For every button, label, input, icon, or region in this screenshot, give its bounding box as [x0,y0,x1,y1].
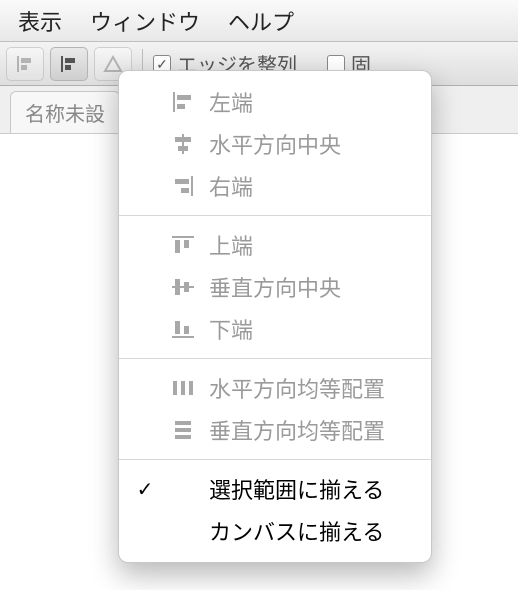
align-top-icon [169,235,197,255]
menu-item-label: 垂直方向中央 [209,271,341,303]
menu-window[interactable]: ウィンドウ [90,5,200,37]
distribute-v-icon [169,420,197,440]
menu-item-label: 下端 [209,313,253,345]
menu-item-label: 上端 [209,229,253,261]
menu-item-label: 水平方向中央 [209,128,341,160]
menu-separator [119,459,431,460]
align-left-icon [169,92,197,112]
menu-item-label: カンバスに揃える [209,515,384,547]
align-hcenter-icon [169,134,197,154]
menu-item-align-top[interactable]: ✓ 上端 [119,224,431,266]
align-menu: ✓ 左端 ✓ 水平方向中央 ✓ 右端 ✓ 上端 ✓ 垂直方向中央 ✓ [118,70,432,563]
align-right-icon [169,176,197,196]
menu-item-align-bottom[interactable]: ✓ 下端 [119,308,431,350]
menu-item-distribute-h[interactable]: ✓ 水平方向均等配置 [119,367,431,409]
menu-separator [119,215,431,216]
align-dropdown-icon [60,55,78,73]
menu-help[interactable]: ヘルプ [228,5,294,37]
checkmark-icon: ✓ [133,477,157,502]
document-tab[interactable]: 名称未設 [10,91,120,133]
menu-item-label: 垂直方向均等配置 [209,414,385,446]
menu-item-label: 左端 [209,86,253,118]
menu-item-label: 選択範囲に揃える [209,473,384,505]
menu-item-align-hcenter[interactable]: ✓ 水平方向中央 [119,123,431,165]
align-bottom-icon [169,319,197,339]
tab-title: 名称未設 [25,104,105,126]
distribute-h-icon [169,378,197,398]
align-icon [16,55,34,73]
menu-item-label: 水平方向均等配置 [209,372,385,404]
align-vcenter-icon [169,277,197,297]
menu-separator [119,358,431,359]
menu-item-align-to-canvas[interactable]: ✓ カンバスに揃える [119,510,431,552]
toolbar-button-left[interactable] [6,47,44,81]
toolbar-button-align[interactable] [50,47,88,81]
shape-icon [103,55,123,73]
menu-item-align-vcenter[interactable]: ✓ 垂直方向中央 [119,266,431,308]
menu-item-align-right[interactable]: ✓ 右端 [119,165,431,207]
menubar: 表示 ウィンドウ ヘルプ [0,0,518,42]
menu-item-distribute-v[interactable]: ✓ 垂直方向均等配置 [119,409,431,451]
menu-item-label: 右端 [209,170,253,202]
menu-item-align-to-selection[interactable]: ✓ 選択範囲に揃える [119,468,431,510]
menu-item-align-left[interactable]: ✓ 左端 [119,81,431,123]
menu-display[interactable]: 表示 [18,5,62,37]
